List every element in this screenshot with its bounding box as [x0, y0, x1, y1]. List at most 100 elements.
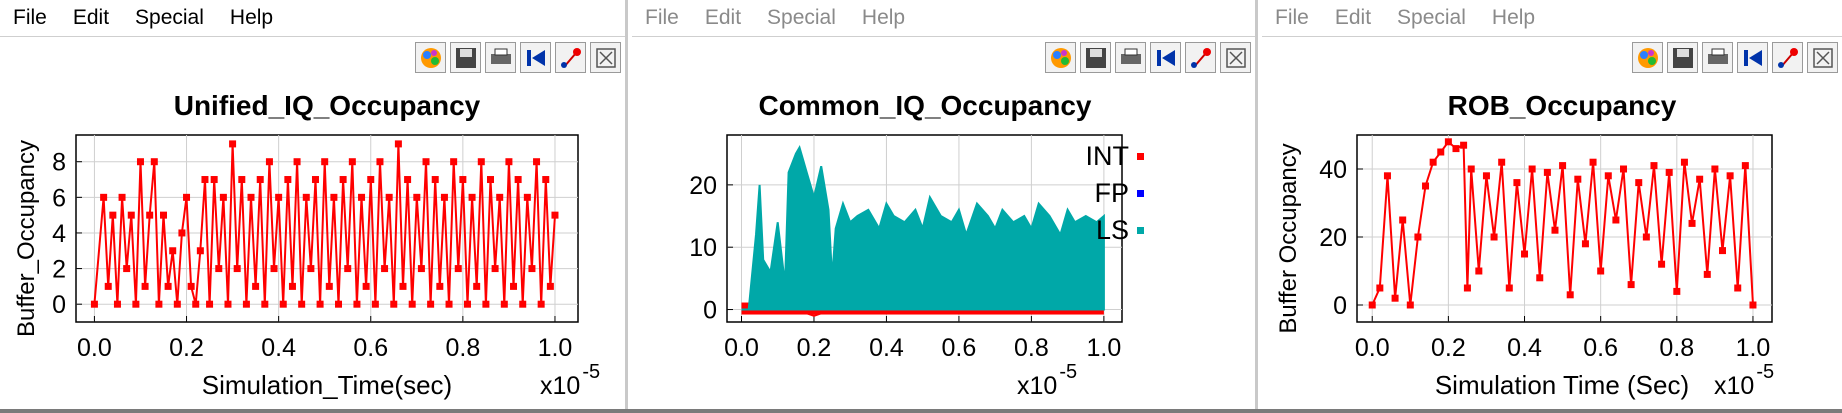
- data-point: [344, 265, 352, 273]
- data-point: [113, 300, 121, 308]
- toolbar: [415, 42, 621, 73]
- data-point: [187, 282, 195, 290]
- data-point: [477, 158, 485, 166]
- menu-edit[interactable]: Edit: [60, 6, 122, 30]
- palette-swatch: [1053, 50, 1061, 59]
- data-point: [224, 300, 232, 308]
- palette-swatch: [431, 49, 437, 56]
- data-point: [1383, 172, 1391, 180]
- x-exponent-label: x10: [1017, 372, 1057, 400]
- menu-help[interactable]: Help: [1479, 6, 1548, 30]
- marker-button[interactable]: [555, 42, 586, 73]
- x-axis-label: Simulation Time (Sec): [1435, 370, 1689, 400]
- zoom-fit-icon: [596, 47, 616, 68]
- menu-file[interactable]: File: [632, 6, 692, 30]
- menu-edit[interactable]: Edit: [1322, 6, 1384, 30]
- data-point: [1444, 138, 1452, 146]
- data-point: [381, 265, 389, 273]
- data-point: [1551, 226, 1559, 234]
- print-button[interactable]: [485, 42, 516, 73]
- data-point: [256, 176, 264, 184]
- menu-file[interactable]: File: [1262, 6, 1322, 30]
- data-point: [1658, 260, 1666, 268]
- data-point: [413, 193, 421, 201]
- palette-button[interactable]: [415, 42, 446, 73]
- data-point: [440, 193, 448, 201]
- data-point: [459, 176, 467, 184]
- marker-dot: [561, 61, 567, 68]
- data-point: [1376, 284, 1384, 292]
- zoom-fit-button[interactable]: [1220, 42, 1251, 73]
- legend-swatch-int: [1137, 153, 1144, 160]
- rewind-button[interactable]: [1737, 42, 1768, 73]
- print-button[interactable]: [1702, 42, 1733, 73]
- data-point: [1635, 179, 1643, 187]
- data-point: [422, 158, 430, 166]
- save-button[interactable]: [1667, 42, 1698, 73]
- data-point: [265, 158, 273, 166]
- data-point: [468, 193, 476, 201]
- data-point: [229, 140, 237, 148]
- data-point: [1734, 284, 1742, 292]
- menu-help[interactable]: Help: [849, 6, 918, 30]
- palette-icon: [1638, 47, 1658, 68]
- data-point: [431, 176, 439, 184]
- data-point: [500, 300, 508, 308]
- data-point: [238, 176, 246, 184]
- data-point: [408, 300, 416, 308]
- x-exponent-label: x10: [1714, 372, 1754, 400]
- palette-button[interactable]: [1045, 42, 1076, 73]
- x-tick-label: 0.8: [445, 334, 480, 362]
- data-point: [404, 176, 412, 184]
- data-point: [307, 265, 315, 273]
- x-tick-label: 0.2: [1431, 334, 1466, 362]
- menu-special[interactable]: Special: [754, 6, 849, 30]
- data-point: [155, 300, 163, 308]
- data-point: [325, 282, 333, 290]
- menu-edit[interactable]: Edit: [692, 6, 754, 30]
- palette-swatch: [1648, 56, 1656, 65]
- data-point: [219, 193, 227, 201]
- data-point: [298, 300, 306, 308]
- toolbar: [1632, 42, 1838, 73]
- save-button[interactable]: [450, 42, 481, 73]
- rewind-bar: [1157, 49, 1161, 66]
- menu-file[interactable]: File: [0, 6, 60, 30]
- floppy-label: [1090, 48, 1102, 57]
- data-point: [335, 300, 343, 308]
- marker-button[interactable]: [1185, 42, 1216, 73]
- data-point: [311, 176, 319, 184]
- rewind-button[interactable]: [520, 42, 551, 73]
- data-point: [367, 176, 375, 184]
- zoom-fit-button[interactable]: [1807, 42, 1838, 73]
- data-point: [1475, 267, 1483, 275]
- marker-icon: [1778, 47, 1798, 68]
- save-icon: [456, 47, 476, 68]
- x-exponent-power: -5: [1756, 361, 1774, 383]
- printer-paper: [1711, 48, 1725, 55]
- print-icon: [491, 48, 511, 64]
- data-point: [173, 300, 181, 308]
- palette-button[interactable]: [1632, 42, 1663, 73]
- rewind-bar: [527, 49, 531, 66]
- marker-button[interactable]: [1772, 42, 1803, 73]
- x-exponent-label: x10: [540, 372, 580, 400]
- data-point: [519, 300, 527, 308]
- y-tick-label: 0: [1333, 292, 1347, 320]
- data-point: [90, 300, 98, 308]
- rewind-button[interactable]: [1150, 42, 1181, 73]
- rewind-bar: [1744, 49, 1748, 66]
- y-tick-label: 20: [689, 172, 717, 200]
- menu-special[interactable]: Special: [122, 6, 217, 30]
- menu-help[interactable]: Help: [217, 6, 286, 30]
- save-button[interactable]: [1080, 42, 1111, 73]
- print-button[interactable]: [1115, 42, 1146, 73]
- data-point: [362, 282, 370, 290]
- x-tick-label: 0.6: [1583, 334, 1618, 362]
- data-point: [505, 158, 513, 166]
- y-tick-label: 0: [703, 297, 717, 325]
- menu-special[interactable]: Special: [1384, 6, 1479, 30]
- zoom-fit-button[interactable]: [590, 42, 621, 73]
- data-point: [1521, 250, 1529, 258]
- zoom-fit-icon: [1226, 47, 1246, 68]
